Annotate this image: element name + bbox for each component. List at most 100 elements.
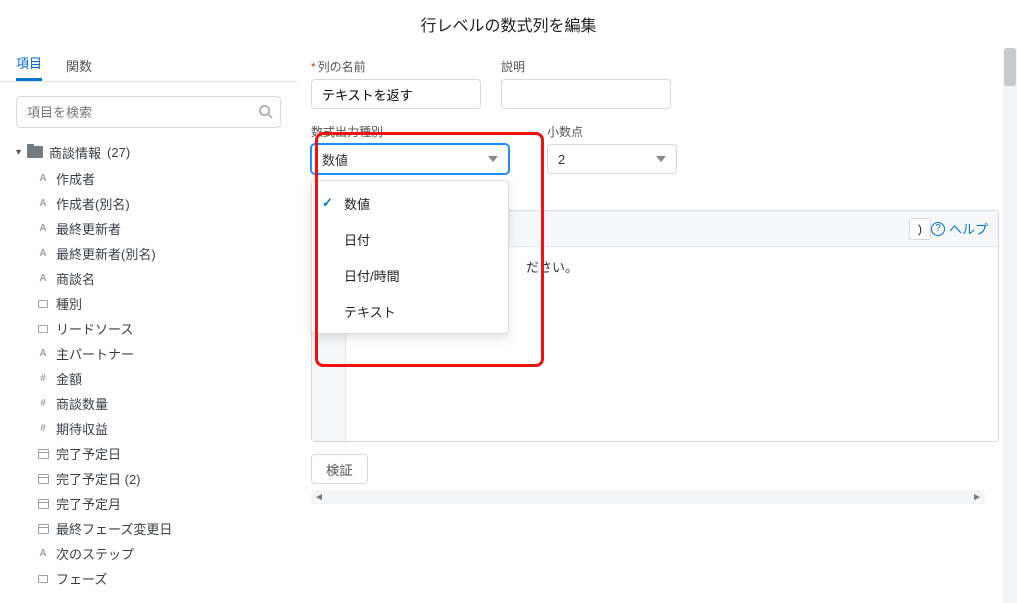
decimals-value: 2 — [558, 152, 565, 167]
tree-item[interactable]: A 作成者 — [36, 166, 291, 191]
tree-item-label: 完了予定日 — [56, 444, 121, 463]
type-icon — [36, 474, 50, 484]
tree-item[interactable]: # 金額 — [36, 366, 291, 391]
tree-item[interactable]: A 最終更新者 — [36, 216, 291, 241]
tree-item[interactable]: A 商談名 — [36, 266, 291, 291]
decimals-select[interactable]: 2 — [547, 144, 677, 174]
tree-folder[interactable]: ▾ 商談情報 (27) — [16, 138, 291, 166]
tree-item-label: 作成者 — [56, 169, 95, 188]
field-tree[interactable]: ▾ 商談情報 (27) A 作成者 A 作成者(別名) A 最終更新者 A 最終更新者(別名)… — [16, 138, 297, 603]
search-input[interactable] — [16, 96, 281, 128]
help-label: ヘルプ — [949, 219, 988, 238]
tree-item[interactable]: 完了予定日 (2) — [36, 466, 291, 491]
tree-item[interactable]: A 作成者(別名) — [36, 191, 291, 216]
output-type-option[interactable]: 日付/時間 — [312, 257, 508, 293]
type-icon — [36, 575, 50, 583]
decimals-col: 小数点 2 — [547, 123, 677, 174]
tree-item[interactable]: A主パートナー — [36, 341, 291, 366]
help-icon: ? — [931, 222, 945, 236]
tree-item[interactable]: 種別 — [36, 291, 291, 316]
type-icon: A — [36, 248, 50, 259]
type-icon — [36, 524, 50, 534]
description-input[interactable] — [501, 79, 671, 109]
type-icon: # — [36, 398, 50, 409]
tree-item-label: 種別 — [56, 294, 82, 313]
tree-item-label: 次のステップ — [56, 544, 134, 563]
folder-count: (27) — [107, 145, 130, 160]
output-type-option[interactable]: 数値 — [312, 185, 508, 221]
output-type-option[interactable]: テキスト — [312, 293, 508, 329]
tree-item-label: 金額 — [56, 369, 82, 388]
column-name-input[interactable] — [311, 79, 481, 109]
type-icon: # — [36, 373, 50, 384]
search-icon — [258, 104, 273, 122]
tree-item-label: リードソース — [56, 319, 133, 338]
dialog-root: 行レベルの数式列を編集 項目 関数 ▾ 商談情報 (27) — [0, 0, 1017, 603]
type-icon — [36, 300, 50, 308]
tree-item-label: 最終フェーズ変更日 — [56, 519, 172, 538]
validate-button[interactable]: 検証 — [311, 454, 368, 484]
tree-item[interactable]: # 商談数量 — [36, 391, 291, 416]
tree-item-label: フェーズ — [56, 569, 107, 588]
chevron-down-icon: ▾ — [16, 147, 21, 158]
chevron-down-icon — [488, 156, 498, 162]
tree-item[interactable]: 完了予定日 — [36, 441, 291, 466]
tab-functions[interactable]: 関数 — [66, 56, 92, 81]
tree-item[interactable]: 完了予定月 — [36, 491, 291, 516]
type-icon — [36, 449, 50, 459]
tree-item-label: 期待収益 — [56, 419, 108, 438]
right-pane: *列の名前 説明 数式出力種別 数値 数値日付日付/時間テ — [297, 48, 1017, 603]
folder-label: 商談情報 — [49, 143, 101, 162]
type-icon — [36, 325, 50, 333]
output-type-col: 数式出力種別 数値 数値日付日付/時間テキスト — [311, 123, 509, 174]
output-type-wrap: 数値 数値日付日付/時間テキスト — [311, 144, 509, 174]
chevron-down-icon — [656, 156, 666, 162]
decimals-label: 小数点 — [547, 123, 677, 140]
scroll-right-icon: ► — [972, 492, 982, 503]
folder-icon — [27, 146, 43, 158]
tree-item[interactable]: A 次のステップ — [36, 541, 291, 566]
type-icon: A — [36, 548, 50, 559]
type-icon: A — [36, 198, 50, 209]
tree-item-label: 商談数量 — [56, 394, 108, 413]
tree-item[interactable]: A 最終更新者(別名) — [36, 241, 291, 266]
column-name-col: *列の名前 — [311, 58, 481, 109]
tab-fields[interactable]: 項目 — [16, 53, 42, 81]
horizontal-scrollbar[interactable]: ◄ ► — [311, 490, 985, 504]
scroll-thumb[interactable] — [1004, 48, 1016, 86]
type-icon: A — [36, 273, 50, 284]
tree-item-label: 完了予定月 — [56, 494, 121, 513]
output-type-value: 数値 — [322, 150, 348, 169]
page-title: 行レベルの数式列を編集 — [0, 0, 1017, 48]
column-name-label: *列の名前 — [311, 58, 481, 75]
tree-item-label: 最終更新者(別名) — [56, 244, 156, 263]
scroll-left-icon: ◄ — [314, 492, 324, 503]
output-type-dropdown: 数値日付日付/時間テキスト — [311, 180, 509, 334]
type-icon: A — [36, 173, 50, 184]
tree-item[interactable]: リードソース — [36, 316, 291, 341]
tree-list: A 作成者 A 作成者(別名) A 最終更新者 A 最終更新者(別名) A 商談名種別リードソース… — [36, 166, 291, 591]
tree-item-label: 完了予定日 (2) — [56, 469, 141, 488]
tree-item[interactable]: # 期待収益 — [36, 416, 291, 441]
search-wrap — [16, 96, 281, 128]
paren-button[interactable]: ) — [909, 218, 931, 240]
output-type-label: 数式出力種別 — [311, 123, 509, 140]
output-type-option[interactable]: 日付 — [312, 221, 508, 257]
tabs: 項目 関数 — [0, 48, 297, 82]
type-icon: A — [36, 223, 50, 234]
help-link[interactable]: ? ヘルプ — [931, 219, 988, 238]
body: 項目 関数 ▾ 商談情報 (27) A 作成者 A 作成者(別名) A 最終更新者 A 最終更… — [0, 48, 1017, 603]
description-col: 説明 — [501, 58, 671, 109]
tree-item-label: 最終更新者 — [56, 219, 121, 238]
tree-item[interactable]: フェーズ — [36, 566, 291, 591]
tree-item-label: 作成者(別名) — [56, 194, 130, 213]
form-row-1: *列の名前 説明 — [311, 58, 999, 109]
tree-item[interactable]: 最終フェーズ変更日 — [36, 516, 291, 541]
tree-item-label: 商談名 — [56, 269, 95, 288]
tree-item-label: 主パートナー — [56, 344, 134, 363]
output-type-select[interactable]: 数値 — [311, 144, 509, 174]
form-row-2: 数式出力種別 数値 数値日付日付/時間テキスト 小数点 2 — [311, 123, 999, 174]
type-icon: # — [36, 423, 50, 434]
vertical-scrollbar[interactable] — [1003, 48, 1017, 603]
left-pane: 項目 関数 ▾ 商談情報 (27) A 作成者 A 作成者(別名) A 最終更新者 A 最終更… — [0, 48, 297, 603]
